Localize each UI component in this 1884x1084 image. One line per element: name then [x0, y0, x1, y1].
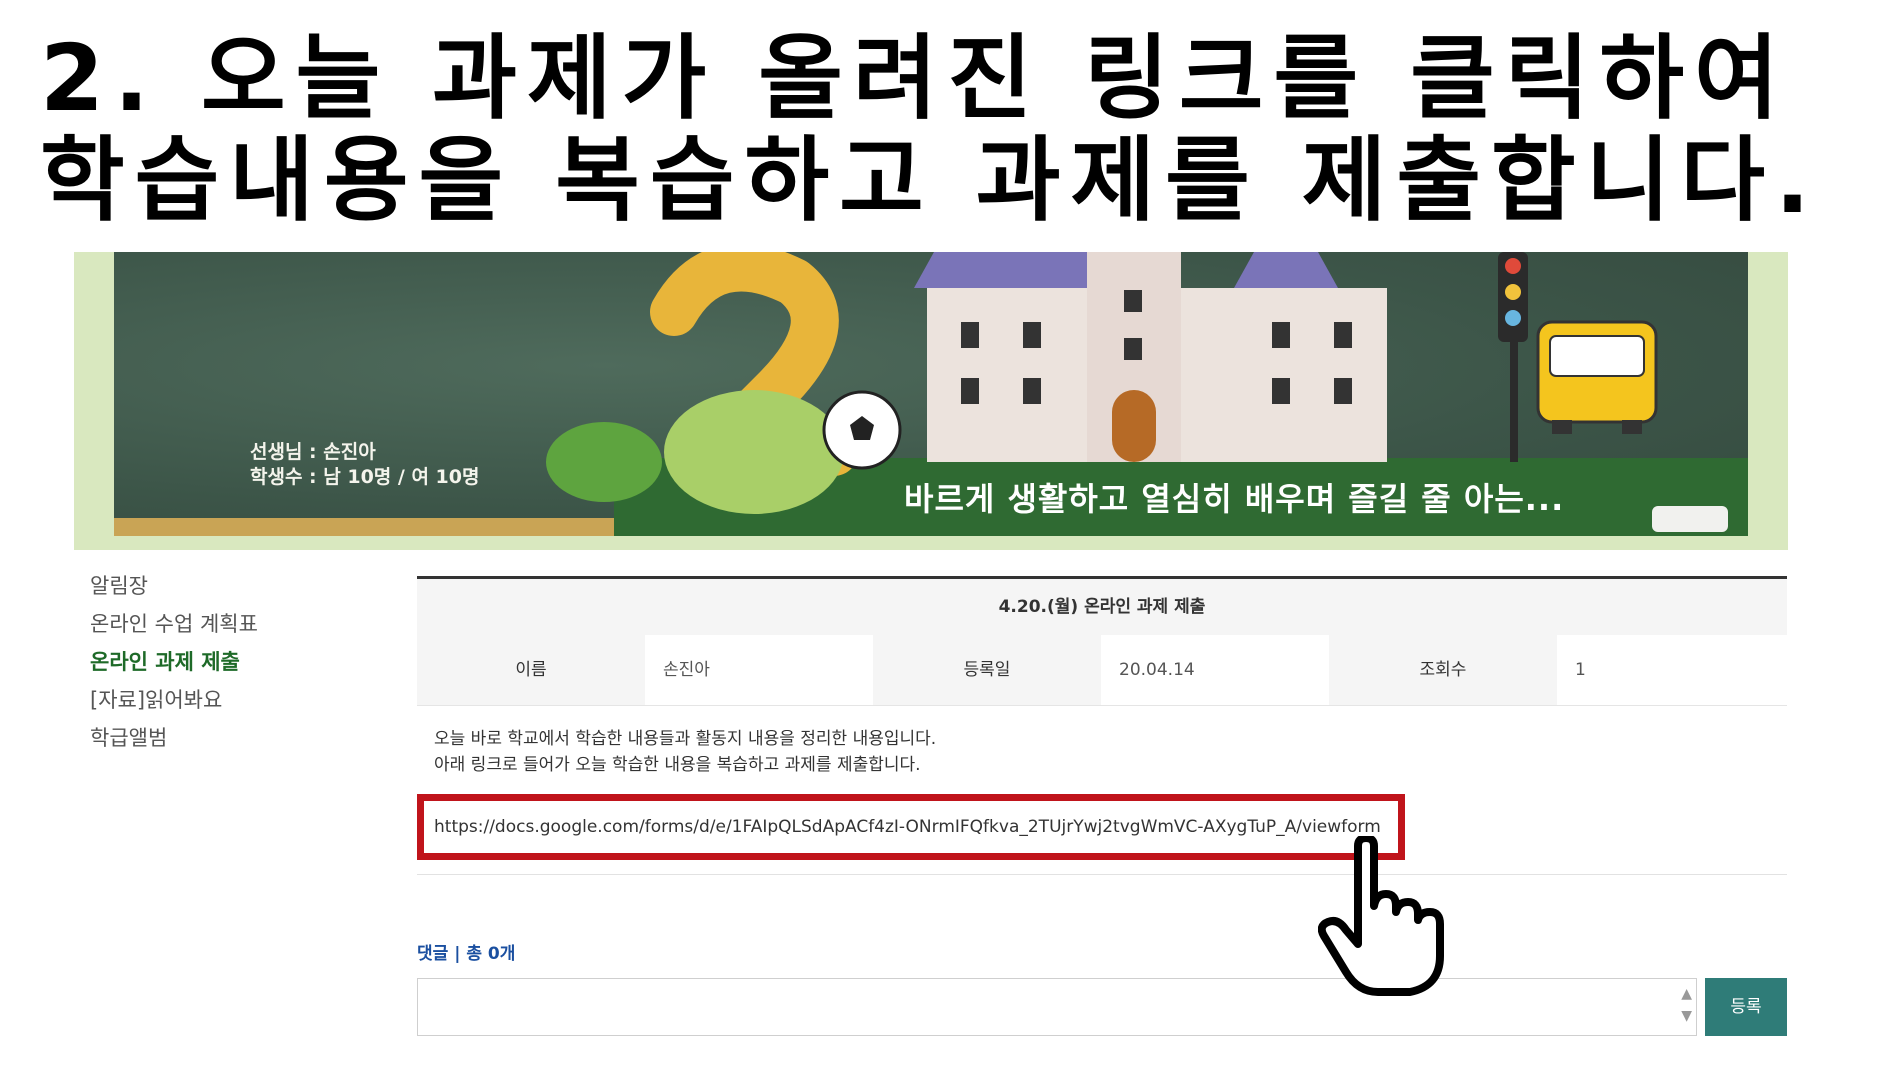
- meta-name-value: 손진아: [663, 660, 710, 680]
- scroll-up-arrow-icon[interactable]: ▲: [1681, 983, 1692, 1005]
- scroll-down-arrow-icon[interactable]: ▼: [1681, 1005, 1692, 1027]
- headline: 2. 오늘 과제가 올려진 링크를 클릭하여 학습내용을 복습하고 과제를 제출…: [40, 28, 1880, 232]
- class-motto: 바르게 생활하고 열심히 배우며 즐길 줄 아는...: [904, 480, 1565, 518]
- teacher-name: 선생님 : 손진아: [250, 441, 376, 463]
- post-divider: [417, 874, 1787, 875]
- post-body: 오늘 바로 학교에서 학습한 내용들과 활동지 내용을 정리한 내용입니다. 아…: [417, 706, 1787, 778]
- meta-date-value: 20.04.14: [1119, 660, 1195, 680]
- comment-input[interactable]: ▲ ▼: [417, 978, 1698, 1036]
- meta-name-label: 이름: [417, 635, 645, 705]
- sidebar-item-reading[interactable]: [자료]읽어봐요: [90, 681, 258, 719]
- sidebar-item-assignment[interactable]: 온라인 과제 제출: [90, 643, 258, 681]
- assignment-link-highlight: https://docs.google.com/forms/d/e/1FAIpQ…: [417, 794, 1405, 860]
- meta-views-label: 조회수: [1329, 635, 1557, 705]
- comment-count: 댓글 | 총 0개: [417, 944, 516, 964]
- sidebar-item-album[interactable]: 학급앨범: [90, 719, 258, 757]
- meta-date-label: 등록일: [873, 635, 1101, 705]
- sidebar-item-lesson-plan[interactable]: 온라인 수업 계획표: [90, 605, 258, 643]
- comment-scrollbar[interactable]: ▲ ▼: [1681, 983, 1692, 1027]
- pointing-hand-icon: [1318, 836, 1444, 996]
- assignment-link[interactable]: https://docs.google.com/forms/d/e/1FAIpQ…: [434, 817, 1381, 837]
- student-count: 학생수 : 남 10명 / 여 10명: [250, 466, 480, 488]
- meta-views-value: 1: [1575, 660, 1586, 680]
- post-body-line-2: 아래 링크로 들어가 오늘 학습한 내용을 복습하고 과제를 제출합니다.: [434, 755, 921, 775]
- comment-form: ▲ ▼ 등록: [417, 978, 1787, 1036]
- post-meta: 이름 손진아 등록일 20.04.14 조회수 1: [417, 635, 1787, 706]
- sidebar-nav: 알림장 온라인 수업 계획표 온라인 과제 제출 [자료]읽어봐요 학급앨범: [90, 567, 258, 757]
- teacher-info: 선생님 : 손진아 학생수 : 남 10명 / 여 10명: [250, 440, 479, 490]
- post-body-line-1: 오늘 바로 학교에서 학습한 내용들과 활동지 내용을 정리한 내용입니다.: [434, 729, 937, 749]
- eraser-decoration: [1652, 506, 1728, 532]
- headline-line-2: 학습내용을 복습하고 과제를 제출합니다.: [40, 127, 1820, 234]
- headline-line-1: 2. 오늘 과제가 올려진 링크를 클릭하여: [40, 25, 1789, 132]
- post-title: 4.20.(월) 온라인 과제 제출: [417, 579, 1787, 635]
- sidebar-item-notice[interactable]: 알림장: [90, 567, 258, 605]
- post-view: 4.20.(월) 온라인 과제 제출 이름 손진아 등록일 20.04.14 조…: [417, 576, 1787, 1036]
- comment-submit-button[interactable]: 등록: [1705, 978, 1787, 1036]
- class-banner: 선생님 : 손진아 학생수 : 남 10명 / 여 10명 바르게 생활하고 열…: [74, 252, 1788, 550]
